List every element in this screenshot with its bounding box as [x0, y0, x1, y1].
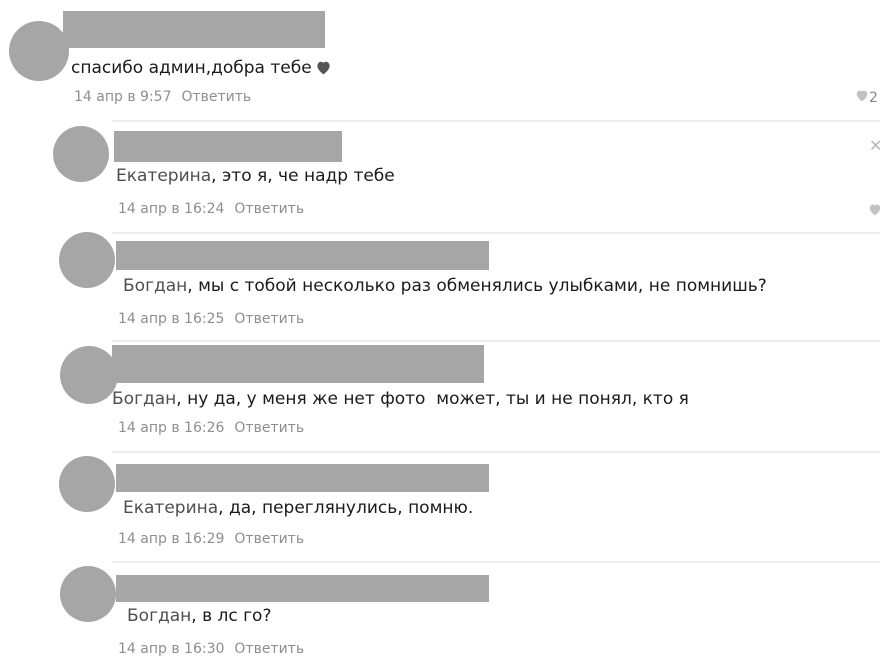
comment-text: Богдан, в лс го?: [127, 605, 271, 627]
avatar[interactable]: [9, 21, 69, 81]
timestamp: 14 апр в 16:30: [118, 641, 225, 657]
reply-to-name[interactable]: Екатерина: [123, 498, 218, 518]
avatar[interactable]: [59, 232, 115, 288]
timestamp: 14 апр в 16:24: [118, 201, 225, 217]
timestamp: 14 апр в 16:25: [118, 311, 225, 327]
reply-link[interactable]: Ответить: [234, 641, 304, 657]
comment-meta: 14 апр в 9:57 Ответить: [74, 88, 251, 106]
comment-body: , да, переглянулись, помню.: [218, 498, 474, 518]
avatar[interactable]: [60, 346, 118, 404]
comment-meta: 14 апр в 16:26 Ответить: [118, 419, 304, 437]
reply-link[interactable]: Ответить: [234, 311, 304, 327]
comment-body: , мы с тобой несколько раз обменялись ул…: [187, 276, 767, 296]
avatar[interactable]: [53, 126, 109, 182]
divider: [112, 232, 880, 234]
reply-link[interactable]: Ответить: [181, 89, 251, 105]
timestamp: 14 апр в 9:57: [74, 89, 172, 105]
avatar[interactable]: [60, 566, 116, 622]
reply-to-name[interactable]: Богдан: [123, 276, 187, 296]
like-heart-icon: [855, 90, 869, 106]
like-heart-icon[interactable]: [868, 201, 880, 220]
comment-text: Богдан, мы с тобой несколько раз обменял…: [123, 275, 767, 297]
reply-link[interactable]: Ответить: [234, 420, 304, 436]
comment-text: Екатерина, это я, че надр тебе: [116, 165, 395, 187]
reply-link[interactable]: Ответить: [234, 201, 304, 217]
comment-meta: 14 апр в 16:29 Ответить: [118, 530, 304, 548]
comment-text: Екатерина, да, переглянулись, помню.: [123, 497, 473, 519]
comment-meta: 14 апр в 16:25 Ответить: [118, 310, 304, 328]
comment-text: Богдан, ну да, у меня же нет фото может,…: [112, 388, 689, 410]
divider: [112, 561, 880, 563]
divider: [112, 451, 880, 453]
like-count: 2: [869, 90, 878, 106]
comment-meta: 14 апр в 16:24 Ответить: [118, 200, 304, 218]
reply-to-name[interactable]: Богдан: [112, 389, 176, 409]
author-name-redacted[interactable]: [116, 575, 489, 602]
reply-to-name[interactable]: Екатерина: [116, 166, 211, 186]
divider: [112, 340, 880, 342]
timestamp: 14 апр в 16:26: [118, 420, 225, 436]
reply-link[interactable]: Ответить: [234, 531, 304, 547]
comment-meta: 14 апр в 16:30 Ответить: [118, 640, 304, 658]
avatar[interactable]: [59, 456, 115, 512]
author-name-redacted[interactable]: [116, 241, 489, 270]
author-name-redacted[interactable]: [116, 464, 489, 492]
comment-body: , это я, че надр тебе: [211, 166, 395, 186]
like-button[interactable]: 2: [855, 89, 878, 106]
close-icon[interactable]: ✕: [869, 136, 880, 155]
author-name-redacted[interactable]: [114, 131, 342, 162]
divider: [112, 120, 880, 122]
comment-text: спасибо админ,добра тебе: [71, 57, 332, 81]
author-name-redacted[interactable]: [63, 11, 325, 48]
author-name-redacted[interactable]: [112, 345, 484, 383]
comment-body: , ну да, у меня же нет фото может, ты и …: [176, 389, 689, 409]
heart-icon: [315, 59, 332, 81]
reply-to-name[interactable]: Богдан: [127, 606, 191, 626]
comment-body: спасибо админ,добра тебе: [71, 58, 312, 78]
timestamp: 14 апр в 16:29: [118, 531, 225, 547]
comment-body: , в лс го?: [191, 606, 272, 626]
